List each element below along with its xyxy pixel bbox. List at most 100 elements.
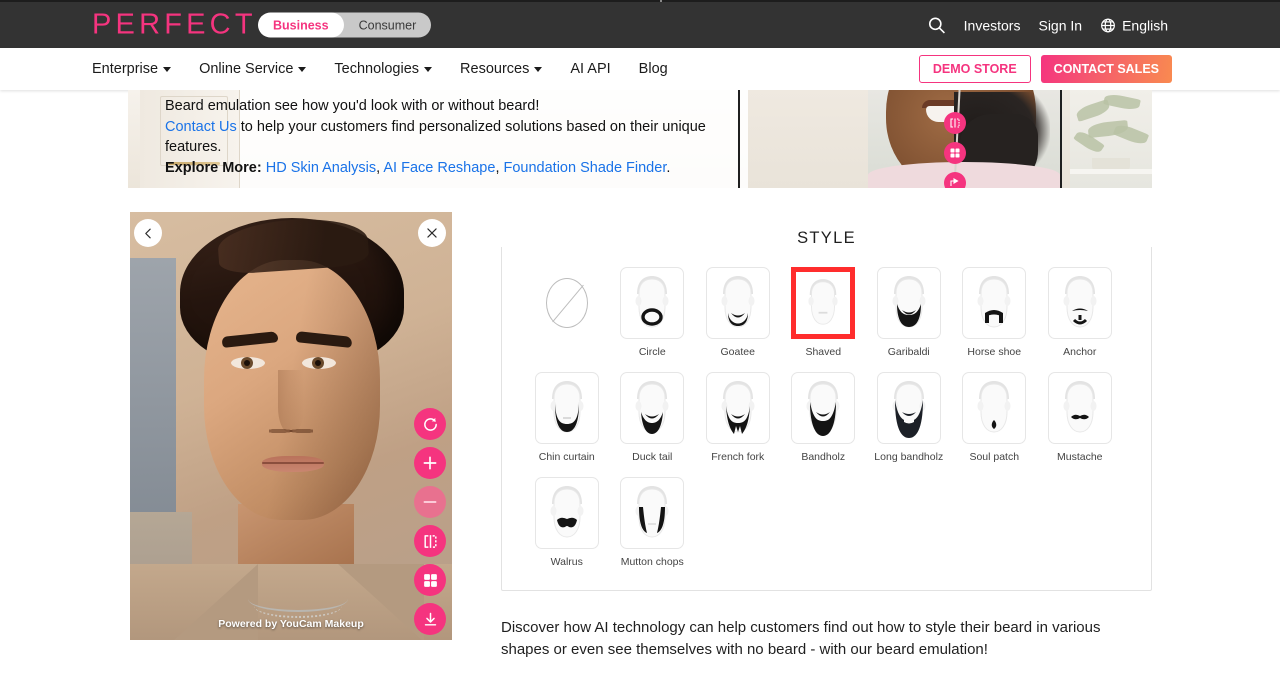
segment-consumer[interactable]: Consumer	[344, 13, 432, 38]
nav-item-technologies[interactable]: Technologies	[334, 61, 433, 77]
reset-button[interactable]	[414, 408, 446, 440]
hd-skin-analysis-link[interactable]: HD Skin Analysis	[266, 160, 376, 176]
banner-grid-button[interactable]	[944, 142, 966, 164]
horseshoe-beard-icon	[977, 276, 1011, 328]
style-item-shaved[interactable]: Shaved	[781, 267, 867, 358]
style-item-anchor[interactable]: Anchor	[1037, 267, 1123, 358]
banner-divider-right	[1060, 90, 1062, 188]
soul-patch-beard-icon	[977, 381, 1011, 433]
banner-line-1: Beard emulation see how you'd look with …	[165, 98, 540, 114]
nav-links: Enterprise Online Service Technologies R…	[92, 61, 668, 77]
style-thumb	[1047, 372, 1112, 444]
nav-label: Enterprise	[92, 61, 159, 77]
zoom-out-button[interactable]	[414, 486, 446, 518]
foundation-shade-finder-link[interactable]: Foundation Shade Finder	[504, 160, 667, 176]
photo-close-button[interactable]	[418, 219, 446, 247]
style-item-horse-shoe[interactable]: Horse shoe	[952, 267, 1038, 358]
style-item-mutton-chops[interactable]: Mutton chops	[610, 477, 696, 568]
compare-button[interactable]	[414, 525, 446, 557]
style-item-none[interactable]	[524, 267, 610, 358]
style-thumb	[534, 477, 599, 549]
style-label: Goatee	[720, 346, 755, 358]
style-item-duck-tail[interactable]: Duck tail	[610, 372, 696, 463]
style-item-soul-patch[interactable]: Soul patch	[952, 372, 1038, 463]
nav-buttons: DEMO STORE CONTACT SALES	[918, 55, 1172, 83]
style-item-circle[interactable]: Circle	[610, 267, 696, 358]
style-label: Duck tail	[632, 451, 673, 463]
style-thumb	[705, 372, 770, 444]
style-item-walrus[interactable]: Walrus	[524, 477, 610, 568]
sep: ,	[495, 159, 504, 176]
style-thumb	[791, 372, 856, 444]
model-nostrils	[269, 426, 313, 436]
style-item-garibaldi[interactable]: Garibaldi	[866, 267, 952, 358]
nav-item-resources[interactable]: Resources	[460, 61, 543, 77]
banner-compare-button[interactable]	[944, 112, 966, 134]
chevron-down-icon	[424, 66, 433, 72]
style-thumb	[620, 477, 685, 549]
photo-back-button[interactable]	[134, 219, 162, 247]
banner-share-button[interactable]	[944, 172, 966, 188]
investors-link[interactable]: Investors	[964, 17, 1021, 33]
nav-label: Technologies	[334, 61, 420, 77]
contact-us-link[interactable]: Contact Us	[165, 119, 237, 135]
mustache-icon	[1063, 381, 1097, 433]
bandholz-beard-icon	[806, 381, 840, 436]
style-title-text: STYLE	[783, 229, 870, 248]
style-panel-title: STYLE	[501, 228, 1152, 248]
zoom-in-button[interactable]	[414, 447, 446, 479]
style-label: French fork	[711, 451, 765, 463]
style-panel: Circle Goatee Shaved Garibaldi Horse sho…	[501, 238, 1152, 591]
nav-item-online-service[interactable]: Online Service	[199, 61, 307, 77]
photo-tool-buttons	[414, 408, 446, 635]
nav-item-ai-api[interactable]: AI API	[570, 61, 610, 77]
style-item-goatee[interactable]: Goatee	[695, 267, 781, 358]
chevron-down-icon	[298, 66, 307, 72]
banner-plant-scene	[1070, 90, 1152, 188]
circle-beard-icon	[635, 276, 669, 328]
style-label: Mutton chops	[620, 556, 684, 568]
chin-curtain-beard-icon	[550, 381, 584, 433]
search-icon[interactable]	[927, 16, 946, 35]
model-necklace-inner	[254, 594, 342, 618]
nav-item-enterprise[interactable]: Enterprise	[92, 61, 172, 77]
shaved-beard-icon	[808, 279, 838, 325]
banner-line-2: Contact Us to help your customers find p…	[165, 117, 765, 158]
grid-button[interactable]	[414, 564, 446, 596]
perfect-logo[interactable]: PERFECT	[92, 10, 257, 40]
main-nav: Enterprise Online Service Technologies R…	[0, 48, 1280, 90]
style-label: Anchor	[1063, 346, 1097, 358]
shelf	[1070, 169, 1152, 174]
contact-sales-button[interactable]: CONTACT SALES	[1040, 55, 1172, 83]
style-item-long-bandholz[interactable]: Long bandholz	[866, 372, 952, 463]
style-thumb	[534, 372, 599, 444]
demo-store-button[interactable]: DEMO STORE	[918, 55, 1031, 83]
language-label: English	[1122, 17, 1168, 33]
style-item-french-fork[interactable]: French fork	[695, 372, 781, 463]
sign-in-link[interactable]: Sign In	[1038, 17, 1082, 33]
banner-line-3: Explore More: HD Skin Analysis, AI Face …	[165, 158, 765, 179]
banner-line-2-rest: to help your customers find personalized…	[165, 118, 706, 156]
download-button[interactable]	[414, 603, 446, 635]
ai-face-reshape-link[interactable]: AI Face Reshape	[383, 160, 495, 176]
chevron-down-icon	[163, 66, 172, 72]
goatee-beard-icon	[721, 276, 755, 328]
language-selector[interactable]: English	[1100, 17, 1168, 33]
nav-item-blog[interactable]: Blog	[639, 61, 668, 77]
style-thumb	[705, 267, 770, 339]
style-item-chin-curtain[interactable]: Chin curtain	[524, 372, 610, 463]
style-thumb	[1047, 267, 1112, 339]
style-item-bandholz[interactable]: Bandholz	[781, 372, 867, 463]
model-lips	[262, 456, 324, 472]
french-fork-beard-icon	[721, 381, 755, 434]
segment-business[interactable]: Business	[258, 12, 344, 38]
style-item-mustache[interactable]: Mustache	[1037, 372, 1123, 463]
iris	[241, 357, 253, 369]
audience-toggle[interactable]: Business Consumer	[258, 12, 432, 38]
style-thumb-selected	[791, 267, 856, 339]
style-label: Garibaldi	[887, 346, 930, 358]
model-photo-card: Powered by YouCam Makeup	[130, 212, 452, 640]
garibaldi-beard-icon	[892, 276, 926, 328]
model-eye-right	[302, 357, 336, 369]
long-bandholz-beard-icon	[892, 381, 926, 438]
